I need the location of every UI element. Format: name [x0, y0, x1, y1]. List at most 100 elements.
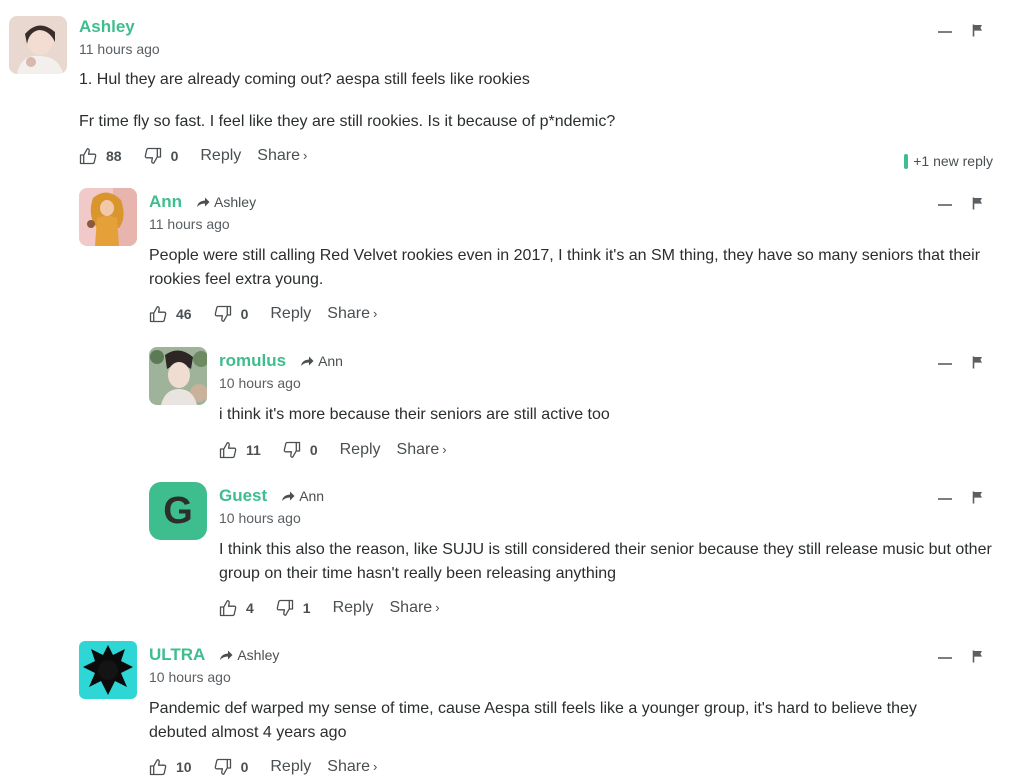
upvote-count: 88 — [106, 148, 122, 164]
share-button[interactable]: Share › — [327, 758, 377, 776]
reply-to-link[interactable]: Ashley — [219, 647, 279, 663]
comment-paragraph: 1. Hul they are already coming out? aesp… — [79, 71, 530, 88]
author-name[interactable]: Ann — [149, 192, 182, 212]
reply-to-link[interactable]: Ashley — [196, 194, 256, 210]
share-button[interactable]: Share › — [397, 441, 447, 459]
avatar[interactable] — [79, 188, 137, 246]
downvote-count: 0 — [309, 442, 318, 458]
upvote-count: 11 — [246, 442, 261, 458]
author-name[interactable]: ULTRA — [149, 645, 205, 665]
reply-arrow-icon — [282, 491, 295, 501]
upvote-button[interactable]: 88 — [79, 147, 122, 165]
chevron-right-icon: › — [442, 442, 447, 457]
upvote-button[interactable]: 11 — [219, 441, 261, 459]
flag-icon[interactable] — [972, 650, 984, 663]
reply-button[interactable]: Reply — [340, 441, 381, 459]
chevron-right-icon: › — [302, 148, 308, 163]
thumbs-up-icon — [79, 148, 97, 165]
avatar[interactable] — [9, 16, 67, 74]
downvote-button[interactable]: 0 — [144, 147, 179, 165]
reply-to-link[interactable]: Ann — [281, 488, 324, 504]
share-label: Share — [389, 599, 433, 616]
upvote-count: 4 — [246, 600, 254, 616]
avatar[interactable] — [149, 347, 207, 405]
downvote-count: 0 — [240, 306, 249, 322]
upvote-button[interactable]: 10 — [149, 758, 192, 776]
reply-to-name: Ashley — [214, 194, 257, 210]
downvote-count: 0 — [170, 148, 179, 164]
author-name[interactable]: romulus — [219, 351, 286, 371]
thumbs-down-icon — [283, 441, 300, 458]
thumbs-up-icon — [149, 759, 167, 776]
comment-body: 1. Hul they are already coming out? aesp… — [79, 68, 959, 133]
avatar[interactable]: G — [149, 482, 207, 540]
comment-body: People were still calling Red Velvet roo… — [149, 244, 989, 291]
upvote-count: 10 — [176, 759, 192, 775]
comment-header: romulus Ann — [219, 350, 343, 372]
collapse-minus-icon[interactable] — [938, 497, 952, 500]
collapse-minus-icon[interactable] — [938, 30, 952, 33]
comment-controls — [938, 648, 984, 664]
reply-arrow-icon — [197, 197, 210, 207]
share-button[interactable]: Share › — [327, 305, 377, 323]
comment-header: ULTRA Ashley — [149, 644, 279, 666]
flag-icon[interactable] — [972, 24, 984, 37]
new-reply-indicator[interactable]: +1 new reply — [904, 153, 993, 169]
share-button[interactable]: Share › — [390, 599, 440, 617]
reply-arrow-icon — [301, 356, 314, 366]
share-label: Share — [327, 758, 370, 775]
comment-header: Ashley — [79, 16, 135, 38]
flag-icon[interactable] — [972, 197, 984, 210]
reply-button[interactable]: Reply — [270, 758, 311, 776]
comment-paragraph: I think this also the reason, like SUJU … — [219, 541, 992, 582]
timestamp[interactable]: 10 hours ago — [219, 375, 301, 391]
reply-button[interactable]: Reply — [200, 147, 241, 165]
user-avatar-image — [79, 641, 137, 699]
flag-icon[interactable] — [972, 356, 984, 369]
thumbs-down-icon — [276, 599, 293, 616]
comment-actions: 4 1 Reply Share › — [219, 597, 456, 619]
reply-button[interactable]: Reply — [270, 305, 311, 323]
comment: G Guest Ann 10 hours ago I think this al… — [149, 482, 1001, 625]
user-avatar-image — [9, 16, 67, 74]
downvote-button[interactable]: 0 — [214, 305, 249, 323]
downvote-count: 1 — [302, 600, 311, 616]
comment-actions: 88 0 Reply Share › — [79, 145, 323, 167]
thumbs-up-icon — [219, 442, 237, 459]
collapse-minus-icon[interactable] — [938, 362, 952, 365]
reply-to-name: Ann — [318, 353, 343, 369]
flag-icon[interactable] — [972, 491, 984, 504]
author-name[interactable]: Ashley — [79, 17, 135, 37]
collapse-minus-icon[interactable] — [938, 656, 952, 659]
downvote-button[interactable]: 0 — [283, 441, 318, 459]
reply-button[interactable]: Reply — [333, 599, 374, 617]
reply-to-name: Ann — [299, 488, 325, 504]
collapse-minus-icon[interactable] — [938, 203, 952, 206]
upvote-count: 46 — [176, 306, 192, 322]
share-button[interactable]: Share › — [257, 147, 307, 165]
comment-actions: 11 0 Reply Share › — [219, 439, 463, 461]
reply-to-link[interactable]: Ann — [300, 353, 343, 369]
author-name[interactable]: Guest — [219, 486, 267, 506]
timestamp[interactable]: 11 hours ago — [149, 216, 230, 232]
thumbs-down-icon — [144, 147, 161, 164]
comment: ULTRA Ashley 10 hours ago Pandemic def w… — [79, 641, 1001, 782]
downvote-button[interactable]: 1 — [276, 599, 311, 617]
share-label: Share — [396, 441, 440, 458]
new-reply-label: +1 new reply — [913, 153, 993, 169]
timestamp[interactable]: 11 hours ago — [79, 41, 160, 57]
chevron-right-icon: › — [435, 600, 440, 615]
comment-controls — [938, 195, 984, 211]
avatar[interactable] — [79, 641, 137, 699]
upvote-button[interactable]: 4 — [219, 599, 254, 617]
comment-actions: 46 0 Reply Share › — [149, 303, 393, 325]
downvote-button[interactable]: 0 — [214, 758, 248, 776]
thumbs-up-icon — [149, 306, 167, 323]
comment: Ashley 11 hours ago 1. Hul they are alre… — [9, 16, 1001, 176]
timestamp[interactable]: 10 hours ago — [149, 669, 231, 685]
comment-paragraph: i think it's more because their seniors … — [219, 406, 610, 423]
comment-controls — [938, 22, 984, 38]
upvote-button[interactable]: 46 — [149, 305, 192, 323]
timestamp[interactable]: 10 hours ago — [219, 510, 301, 526]
thumbs-up-icon — [219, 600, 237, 617]
